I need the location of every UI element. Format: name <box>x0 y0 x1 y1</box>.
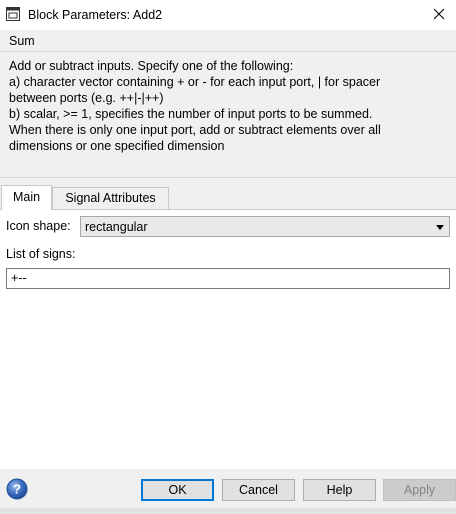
description-line: between ports (e.g. ++|-|++) <box>9 91 164 105</box>
description-text: Add or subtract inputs. Specify one of t… <box>9 58 449 154</box>
icon-shape-dropdown[interactable]: rectangular <box>80 216 450 237</box>
cancel-button[interactable]: Cancel <box>222 479 295 501</box>
tab-signal-attributes[interactable]: Signal Attributes <box>52 187 169 209</box>
description-line: dimensions or one specified dimension <box>9 139 225 153</box>
title-bar[interactable]: Block Parameters: Add2 <box>0 0 456 30</box>
icon-shape-row: Icon shape: rectangular <box>6 216 450 238</box>
description-group: Sum Add or subtract inputs. Specify one … <box>0 30 456 178</box>
window-bottom-edge <box>0 508 456 514</box>
close-button[interactable] <box>422 0 456 30</box>
description-line: Add or subtract inputs. Specify one of t… <box>9 59 294 73</box>
group-title: Sum <box>9 34 35 48</box>
group-divider <box>0 51 456 52</box>
list-of-signs-input[interactable]: +-- <box>6 268 450 289</box>
apply-button[interactable]: Apply <box>383 479 456 501</box>
window-title: Block Parameters: Add2 <box>28 8 163 22</box>
help-button[interactable]: Help <box>303 479 376 501</box>
tab-main[interactable]: Main <box>1 185 52 210</box>
description-line: When there is only one input port, add o… <box>9 123 381 137</box>
icon-shape-value: rectangular <box>85 220 148 234</box>
close-icon <box>433 8 445 23</box>
block-parameters-dialog: Block Parameters: Add2 Sum Add or subtra… <box>0 0 456 514</box>
icon-shape-label: Icon shape: <box>6 219 71 233</box>
description-line: b) scalar, >= 1, specifies the number of… <box>9 107 373 121</box>
chevron-down-icon <box>436 225 444 230</box>
description-line: a) character vector containing + or - fo… <box>9 75 381 89</box>
tab-panel-main: Icon shape: rectangular List of signs: +… <box>0 209 456 469</box>
svg-text:?: ? <box>13 482 21 497</box>
list-of-signs-label: List of signs: <box>6 247 76 261</box>
simulink-block-icon <box>6 7 20 21</box>
help-icon[interactable]: ? <box>6 478 28 500</box>
ok-button[interactable]: OK <box>141 479 214 501</box>
tab-bar: Main Signal Attributes <box>0 185 456 210</box>
